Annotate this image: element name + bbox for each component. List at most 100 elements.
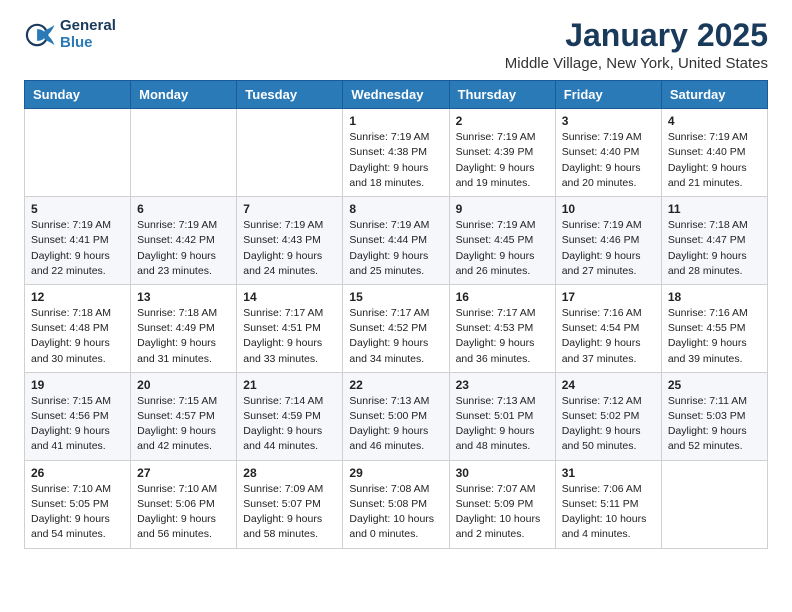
day-number: 14 [243, 290, 336, 304]
day-info: Sunrise: 7:08 AM Sunset: 5:08 PM Dayligh… [349, 482, 442, 543]
day-number: 22 [349, 378, 442, 392]
day-cell: 3 Sunrise: 7:19 AM Sunset: 4:40 PM Daylig… [555, 109, 661, 197]
day-cell: 26 Sunrise: 7:10 AM Sunset: 5:05 PM Dayli… [25, 460, 131, 548]
week-row-1: 5Sunrise: 7:19 AM Sunset: 4:41 PM Daylig… [25, 197, 768, 285]
day-info: Sunrise: 7:19 AM Sunset: 4:39 PM Dayligh… [456, 130, 549, 191]
day-cell [661, 460, 767, 548]
day-number: 2 [456, 114, 549, 128]
day-number: 24 [562, 378, 655, 392]
day-number: 13 [137, 290, 230, 304]
day-cell [131, 109, 237, 197]
day-info: Sunrise: 7:19 AM Sunset: 4:46 PM Dayligh… [562, 218, 655, 279]
day-cell: 18 Sunrise: 7:16 AM Sunset: 4:55 PM Dayli… [661, 284, 767, 372]
day-cell: 2 Sunrise: 7:19 AM Sunset: 4:39 PM Daylig… [449, 109, 555, 197]
day-cell: 17Sunrise: 7:16 AM Sunset: 4:54 PM Dayli… [555, 284, 661, 372]
day-number: 26 [31, 466, 124, 480]
day-number: 31 [562, 466, 655, 480]
weekday-header-row: SundayMondayTuesdayWednesdayThursdayFrid… [25, 81, 768, 109]
day-number: 6 [137, 202, 230, 216]
day-number: 15 [349, 290, 442, 304]
weekday-header-monday: Monday [131, 81, 237, 109]
day-cell: 28 Sunrise: 7:09 AM Sunset: 5:07 PM Dayli… [237, 460, 343, 548]
day-cell: 21 Sunrise: 7:14 AM Sunset: 4:59 PM Dayli… [237, 372, 343, 460]
weekday-header-sunday: Sunday [25, 81, 131, 109]
day-info: Sunrise: 7:09 AM Sunset: 5:07 PM Dayligh… [243, 482, 336, 543]
day-info: Sunrise: 7:15 AM Sunset: 4:57 PM Dayligh… [137, 394, 230, 455]
header: General Blue January 2025 Middle Village… [0, 0, 792, 80]
page: General Blue January 2025 Middle Village… [0, 0, 792, 612]
weekday-header-thursday: Thursday [449, 81, 555, 109]
weekday-header-saturday: Saturday [661, 81, 767, 109]
day-number: 29 [349, 466, 442, 480]
day-number: 3 [562, 114, 655, 128]
day-cell: 30Sunrise: 7:07 AM Sunset: 5:09 PM Dayli… [449, 460, 555, 548]
logo-icon [24, 19, 56, 51]
calendar-table: SundayMondayTuesdayWednesdayThursdayFrid… [24, 80, 768, 548]
week-row-0: 1 Sunrise: 7:19 AM Sunset: 4:38 PM Daylig… [25, 109, 768, 197]
day-info: Sunrise: 7:07 AM Sunset: 5:09 PM Dayligh… [456, 482, 549, 543]
day-cell: 5Sunrise: 7:19 AM Sunset: 4:41 PM Daylig… [25, 197, 131, 285]
weekday-header-wednesday: Wednesday [343, 81, 449, 109]
day-info: Sunrise: 7:19 AM Sunset: 4:40 PM Dayligh… [562, 130, 655, 191]
day-info: Sunrise: 7:10 AM Sunset: 5:05 PM Dayligh… [31, 482, 124, 543]
day-cell: 16 Sunrise: 7:17 AM Sunset: 4:53 PM Dayli… [449, 284, 555, 372]
day-info: Sunrise: 7:16 AM Sunset: 4:54 PM Dayligh… [562, 306, 655, 367]
day-info: Sunrise: 7:15 AM Sunset: 4:56 PM Dayligh… [31, 394, 124, 455]
day-number: 21 [243, 378, 336, 392]
day-info: Sunrise: 7:18 AM Sunset: 4:47 PM Dayligh… [668, 218, 761, 279]
day-info: Sunrise: 7:14 AM Sunset: 4:59 PM Dayligh… [243, 394, 336, 455]
day-info: Sunrise: 7:18 AM Sunset: 4:48 PM Dayligh… [31, 306, 124, 367]
day-number: 18 [668, 290, 761, 304]
day-number: 1 [349, 114, 442, 128]
logo-line1: General [60, 18, 116, 35]
day-cell: 15Sunrise: 7:17 AM Sunset: 4:52 PM Dayli… [343, 284, 449, 372]
month-title: January 2025 [505, 18, 768, 53]
day-info: Sunrise: 7:06 AM Sunset: 5:11 PM Dayligh… [562, 482, 655, 543]
day-cell: 24 Sunrise: 7:12 AM Sunset: 5:02 PM Dayli… [555, 372, 661, 460]
day-info: Sunrise: 7:18 AM Sunset: 4:49 PM Dayligh… [137, 306, 230, 367]
day-cell: 31 Sunrise: 7:06 AM Sunset: 5:11 PM Dayli… [555, 460, 661, 548]
day-number: 19 [31, 378, 124, 392]
day-cell: 9 Sunrise: 7:19 AM Sunset: 4:45 PM Daylig… [449, 197, 555, 285]
day-cell: 7Sunrise: 7:19 AM Sunset: 4:43 PM Daylig… [237, 197, 343, 285]
day-cell: 10Sunrise: 7:19 AM Sunset: 4:46 PM Dayli… [555, 197, 661, 285]
day-info: Sunrise: 7:17 AM Sunset: 4:53 PM Dayligh… [456, 306, 549, 367]
day-number: 4 [668, 114, 761, 128]
day-cell: 1 Sunrise: 7:19 AM Sunset: 4:38 PM Daylig… [343, 109, 449, 197]
day-info: Sunrise: 7:16 AM Sunset: 4:55 PM Dayligh… [668, 306, 761, 367]
day-cell: 14Sunrise: 7:17 AM Sunset: 4:51 PM Dayli… [237, 284, 343, 372]
day-cell: 13 Sunrise: 7:18 AM Sunset: 4:49 PM Dayli… [131, 284, 237, 372]
title-area: January 2025 Middle Village, New York, U… [505, 18, 768, 72]
day-cell: 8 Sunrise: 7:19 AM Sunset: 4:44 PM Daylig… [343, 197, 449, 285]
day-cell: 25 Sunrise: 7:11 AM Sunset: 5:03 PM Dayli… [661, 372, 767, 460]
day-number: 27 [137, 466, 230, 480]
day-number: 8 [349, 202, 442, 216]
day-number: 11 [668, 202, 761, 216]
day-info: Sunrise: 7:19 AM Sunset: 4:40 PM Dayligh… [668, 130, 761, 191]
day-info: Sunrise: 7:11 AM Sunset: 5:03 PM Dayligh… [668, 394, 761, 455]
day-number: 25 [668, 378, 761, 392]
day-cell [25, 109, 131, 197]
day-info: Sunrise: 7:13 AM Sunset: 5:01 PM Dayligh… [456, 394, 549, 455]
day-cell: 6Sunrise: 7:19 AM Sunset: 4:42 PM Daylig… [131, 197, 237, 285]
logo-line2: Blue [60, 34, 93, 51]
day-cell: 20Sunrise: 7:15 AM Sunset: 4:57 PM Dayli… [131, 372, 237, 460]
day-cell: 11 Sunrise: 7:18 AM Sunset: 4:47 PM Dayli… [661, 197, 767, 285]
logo-text: General Blue [60, 18, 116, 51]
week-row-4: 26 Sunrise: 7:10 AM Sunset: 5:05 PM Dayli… [25, 460, 768, 548]
day-info: Sunrise: 7:19 AM Sunset: 4:38 PM Dayligh… [349, 130, 442, 191]
day-info: Sunrise: 7:19 AM Sunset: 4:45 PM Dayligh… [456, 218, 549, 279]
location: Middle Village, New York, United States [505, 55, 768, 72]
day-info: Sunrise: 7:19 AM Sunset: 4:41 PM Dayligh… [31, 218, 124, 279]
weekday-header-friday: Friday [555, 81, 661, 109]
day-info: Sunrise: 7:13 AM Sunset: 5:00 PM Dayligh… [349, 394, 442, 455]
logo: General Blue [24, 18, 116, 51]
day-number: 9 [456, 202, 549, 216]
day-number: 16 [456, 290, 549, 304]
day-number: 28 [243, 466, 336, 480]
day-cell: 4 Sunrise: 7:19 AM Sunset: 4:40 PM Daylig… [661, 109, 767, 197]
day-info: Sunrise: 7:12 AM Sunset: 5:02 PM Dayligh… [562, 394, 655, 455]
day-info: Sunrise: 7:19 AM Sunset: 4:44 PM Dayligh… [349, 218, 442, 279]
day-number: 12 [31, 290, 124, 304]
weekday-header-tuesday: Tuesday [237, 81, 343, 109]
